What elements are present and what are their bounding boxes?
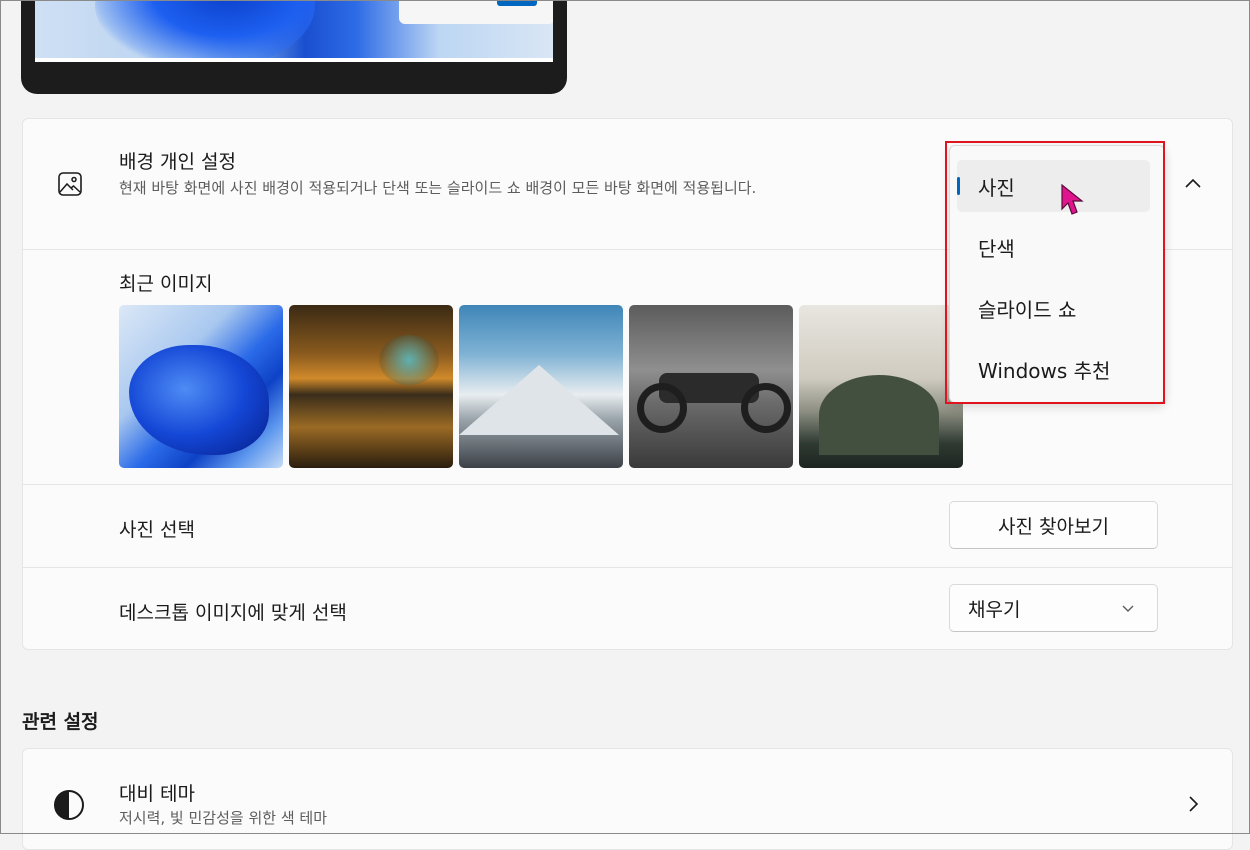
thumb-shape xyxy=(819,375,939,455)
chevron-down-icon xyxy=(1122,605,1134,612)
recent-image-2[interactable] xyxy=(289,305,453,468)
image-icon xyxy=(58,172,82,196)
contrast-icon xyxy=(54,790,84,820)
recent-image-5[interactable] xyxy=(799,305,963,468)
contrast-description: 저시력, 빛 민감성을 위한 색 테마 xyxy=(119,809,328,827)
mouse-cursor-icon xyxy=(1061,183,1084,215)
chevron-right-icon xyxy=(1189,796,1199,812)
thumb-shape xyxy=(379,335,439,385)
browse-photos-button[interactable]: 사진 찾아보기 xyxy=(949,501,1158,549)
preview-window xyxy=(399,0,553,24)
thumb-shape xyxy=(637,383,687,433)
recent-image-1[interactable] xyxy=(119,305,283,468)
thumb-shape xyxy=(741,383,791,433)
recent-image-4[interactable] xyxy=(629,305,793,468)
contrast-theme-card[interactable]: 대비 테마 저시력, 빛 민감성을 위한 색 테마 xyxy=(22,748,1233,850)
divider xyxy=(23,484,1232,485)
recent-images-list xyxy=(119,305,963,468)
choose-photo-label: 사진 선택 xyxy=(119,519,195,541)
fit-select-value: 채우기 xyxy=(968,598,1021,621)
divider xyxy=(23,567,1232,568)
fit-label: 데스크톱 이미지에 맞게 선택 xyxy=(119,602,347,624)
thumb-shape xyxy=(459,365,619,435)
preview-window-button xyxy=(497,0,537,6)
preview-wallpaper xyxy=(35,0,553,58)
background-title: 배경 개인 설정 xyxy=(119,151,236,173)
thumb-shape xyxy=(129,345,269,455)
preview-swirl xyxy=(95,0,315,58)
related-settings-title: 관련 설정 xyxy=(22,711,99,733)
contrast-title: 대비 테마 xyxy=(119,783,195,805)
fit-select[interactable]: 채우기 xyxy=(949,584,1158,632)
recent-image-3[interactable] xyxy=(459,305,623,468)
background-description: 현재 바탕 화면에 사진 배경이 적용되거나 단색 또는 슬라이드 쇼 배경이 … xyxy=(119,179,757,197)
chevron-up-icon[interactable] xyxy=(1183,175,1203,191)
desktop-preview xyxy=(21,0,567,94)
preview-taskbar xyxy=(35,58,553,62)
highlight-box xyxy=(945,141,1165,404)
recent-images-label: 최근 이미지 xyxy=(119,273,213,295)
